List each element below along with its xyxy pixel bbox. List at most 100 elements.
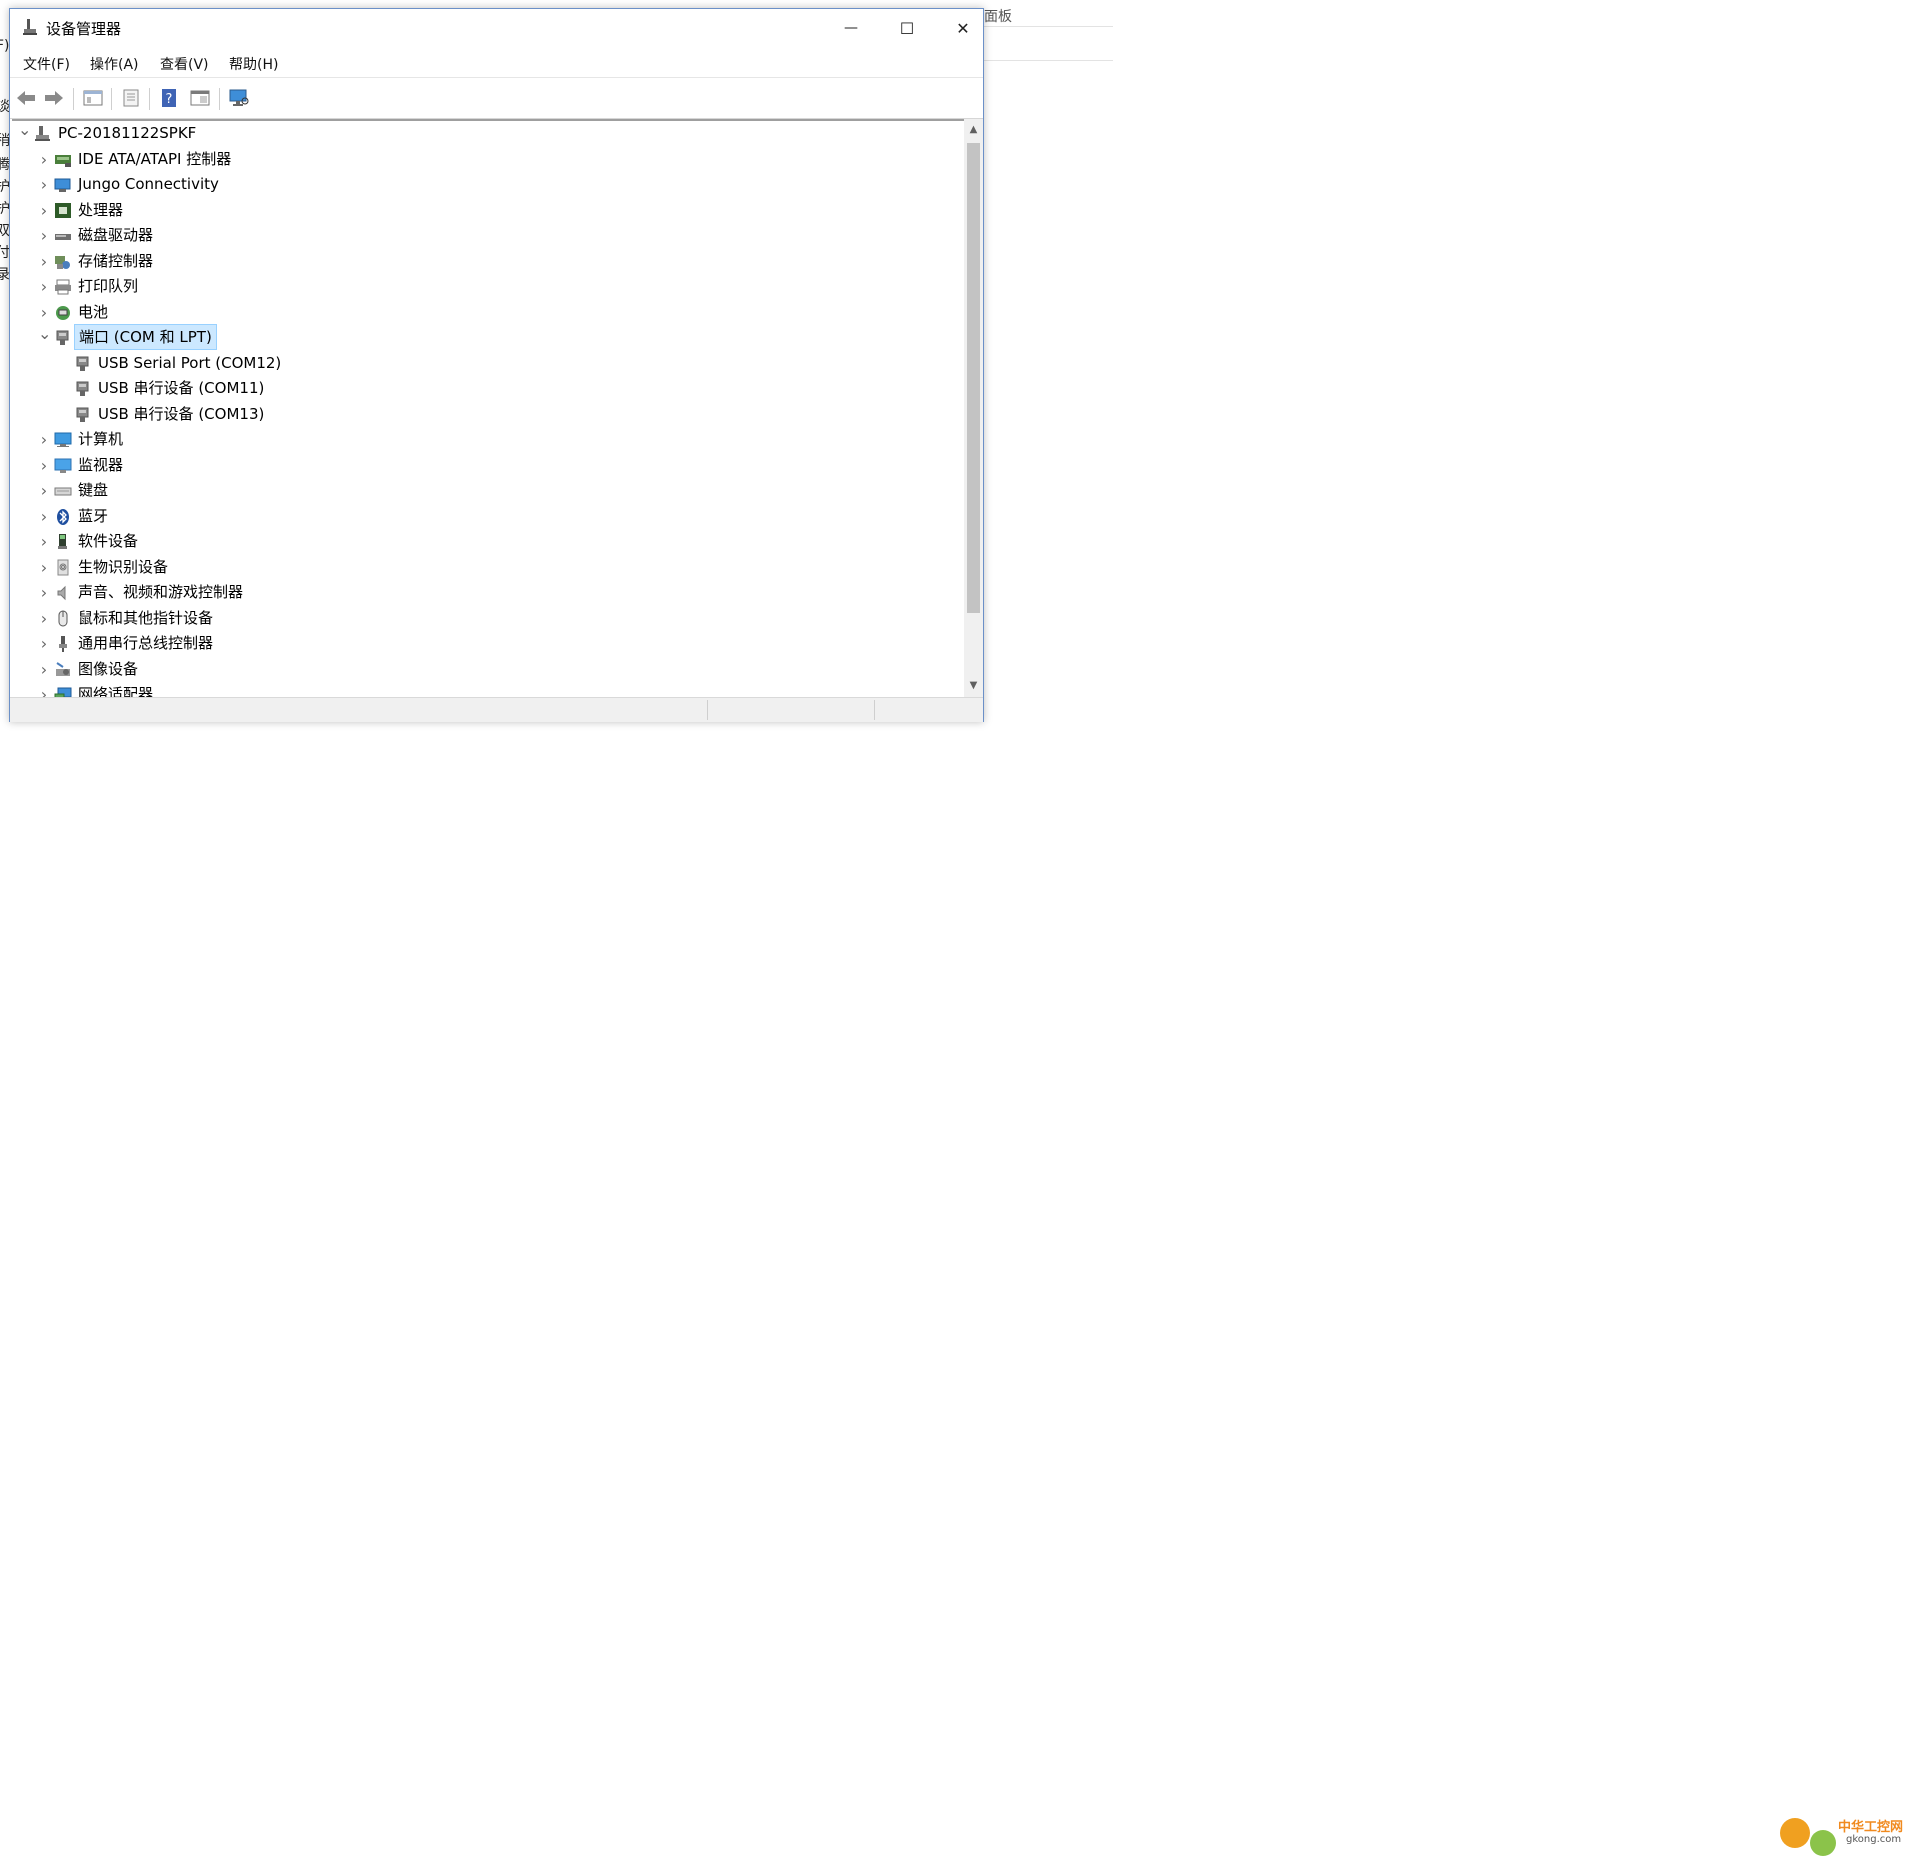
- help-button[interactable]: ?: [158, 88, 180, 108]
- gear-icon: [1780, 1818, 1810, 1848]
- tree-device-item[interactable]: USB 串行设备 (COM11): [12, 376, 952, 401]
- chevron-right-icon[interactable]: ›: [38, 274, 50, 299]
- close-button[interactable]: ✕: [935, 9, 991, 47]
- bluetooth-icon: [57, 508, 69, 525]
- chevron-right-icon[interactable]: ›: [38, 223, 50, 248]
- help-icon: ?: [162, 89, 176, 107]
- gear-icon: [1810, 1830, 1836, 1856]
- back-button[interactable]: [15, 88, 37, 108]
- watermark-url: gkong.com: [1846, 1834, 1902, 1845]
- menu-help[interactable]: 帮助(H): [229, 54, 278, 74]
- site-watermark-logo: 中华工控网 gkong.com: [1780, 1812, 1912, 1862]
- battery-icon: [56, 305, 70, 320]
- tree-item-label: 端口 (COM 和 LPT): [74, 324, 217, 350]
- tree-category-item[interactable]: › 软件设备: [12, 529, 952, 554]
- minimize-icon: —: [844, 20, 858, 36]
- tree-category-item[interactable]: › 生物识别设备: [12, 555, 952, 580]
- properties-button[interactable]: [120, 88, 142, 108]
- scroll-up-icon[interactable]: ▲: [964, 121, 983, 139]
- tree-item-label: 磁盘驱动器: [78, 226, 154, 244]
- tree-category-item[interactable]: › 监视器: [12, 453, 952, 478]
- close-icon: ✕: [956, 18, 970, 38]
- scan-hardware-icon: [229, 89, 249, 106]
- maximize-button[interactable]: ☐: [879, 9, 935, 47]
- tree-item-label: 存储控制器: [78, 251, 154, 270]
- tree-item-label: USB Serial Port (COM12): [98, 353, 282, 372]
- menu-view[interactable]: 查看(V): [160, 54, 209, 74]
- tree-category-item[interactable]: › 通用串行总线控制器: [12, 631, 952, 656]
- chevron-right-icon[interactable]: ›: [38, 580, 50, 605]
- show-hide-tree-button[interactable]: [82, 88, 104, 108]
- chevron-right-icon[interactable]: ›: [38, 657, 50, 682]
- chevron-right-icon[interactable]: ›: [38, 172, 50, 197]
- imaging-icon: [56, 661, 70, 676]
- scroll-down-icon[interactable]: ▼: [964, 677, 983, 695]
- chevron-right-icon[interactable]: ›: [38, 631, 50, 656]
- chevron-right-icon[interactable]: ›: [38, 198, 50, 223]
- window-title: 设备管理器: [46, 20, 122, 38]
- tree-category-item[interactable]: › 蓝牙: [12, 504, 952, 529]
- tree-category-item[interactable]: › 存储控制器: [12, 249, 952, 274]
- chevron-right-icon[interactable]: ›: [38, 300, 50, 325]
- tree-device-item[interactable]: USB 串行设备 (COM13): [12, 402, 952, 427]
- toolbar: ?: [10, 77, 983, 119]
- monitor-icon: [54, 458, 72, 473]
- processor-icon: [55, 202, 71, 218]
- port-icon: [56, 330, 69, 345]
- tree-category-item[interactable]: › 键盘: [12, 478, 952, 503]
- tree-category-item[interactable]: › 鼠标和其他指针设备: [12, 606, 952, 631]
- tree-item-label: 处理器: [78, 200, 124, 219]
- back-arrow-icon: [17, 91, 35, 105]
- computer-icon: [54, 432, 72, 447]
- biometric-icon: [57, 559, 69, 575]
- tree-item-label: 软件设备: [78, 532, 139, 550]
- chevron-right-icon[interactable]: ›: [38, 555, 50, 580]
- tree-item-label: 生物识别设备: [78, 557, 169, 576]
- tree-item-label: 键盘: [78, 481, 109, 499]
- tree-category-item[interactable]: › 图像设备: [12, 657, 952, 682]
- chevron-right-icon[interactable]: ›: [38, 453, 50, 478]
- menu-action[interactable]: 操作(A): [90, 54, 139, 74]
- title-bar[interactable]: 设备管理器 — ☐ ✕: [10, 9, 983, 47]
- minimize-button[interactable]: —: [823, 9, 879, 47]
- tree-root-computer[interactable]: ⌄ PC-20181122SPKF: [12, 121, 952, 146]
- tree-category-item[interactable]: › IDE ATA/ATAPI 控制器: [12, 147, 952, 172]
- chevron-right-icon[interactable]: ›: [38, 606, 50, 631]
- sound-icon: [57, 585, 66, 601]
- show-hide-tree-icon: [83, 90, 103, 106]
- forward-button[interactable]: [43, 88, 65, 108]
- disk-drive-icon: [55, 234, 71, 240]
- tree-category-item[interactable]: › 计算机: [12, 427, 952, 452]
- chevron-right-icon[interactable]: ›: [38, 529, 50, 554]
- port-icon: [76, 407, 89, 422]
- tree-category-item[interactable]: ⌄ 端口 (COM 和 LPT): [12, 324, 952, 350]
- menu-file[interactable]: 文件(F): [23, 54, 70, 74]
- tree-category-item[interactable]: › 声音、视频和游戏控制器: [12, 580, 952, 605]
- chevron-right-icon[interactable]: ›: [38, 504, 50, 529]
- vertical-scrollbar[interactable]: ▲ ▼: [964, 119, 983, 697]
- maximize-icon: ☐: [899, 18, 915, 38]
- tree-category-item[interactable]: › 处理器: [12, 198, 952, 223]
- tree-item-label: 鼠标和其他指针设备: [78, 608, 214, 627]
- tree-item-label: Jungo Connectivity: [78, 175, 219, 193]
- view-button[interactable]: [189, 88, 211, 108]
- chevron-down-icon[interactable]: ⌄: [38, 325, 51, 350]
- scan-hardware-button[interactable]: [228, 88, 250, 108]
- tree-category-item[interactable]: › 磁盘驱动器: [12, 223, 952, 248]
- tree-device-item[interactable]: USB Serial Port (COM12): [12, 351, 952, 376]
- tree-category-item[interactable]: › 打印队列: [12, 274, 952, 299]
- scrollbar-thumb[interactable]: [967, 143, 980, 613]
- menu-bar: 文件(F) 操作(A) 查看(V) 帮助(H): [10, 51, 983, 77]
- device-tree[interactable]: ⌄ PC-20181122SPKF › IDE ATA/ATAPI 控制器 › Jungo…: [12, 119, 964, 699]
- chevron-right-icon[interactable]: ›: [38, 249, 50, 274]
- forward-arrow-icon: [45, 91, 63, 105]
- chevron-right-icon[interactable]: ›: [38, 147, 50, 172]
- chevron-right-icon[interactable]: ›: [38, 478, 50, 503]
- tree-item-label: 打印队列: [78, 277, 139, 295]
- tree-category-item[interactable]: › 电池: [12, 300, 952, 325]
- chevron-down-icon[interactable]: ⌄: [18, 121, 31, 146]
- chevron-right-icon[interactable]: ›: [38, 427, 50, 452]
- port-icon: [76, 356, 89, 371]
- tree-category-item[interactable]: › Jungo Connectivity: [12, 172, 952, 197]
- tree-item-label: USB 串行设备 (COM13): [98, 404, 265, 423]
